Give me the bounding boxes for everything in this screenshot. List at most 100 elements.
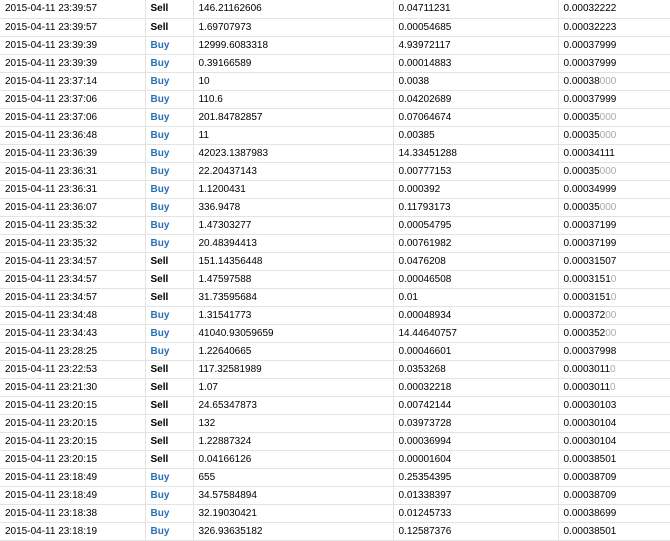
trade-total: 0.00001604 bbox=[393, 450, 559, 469]
trade-price: 0.00038501 bbox=[558, 522, 670, 541]
table-row: 2015-04-11 23:36:31 Buy 22.20437143 0.00777… bbox=[0, 162, 670, 181]
trade-amount: 1.22640665 bbox=[193, 342, 394, 361]
trade-date: 2015-04-11 23:37:06 bbox=[0, 90, 146, 109]
trade-price-value: 0.00037199 bbox=[563, 237, 617, 249]
trade-amount: 0.04166126 bbox=[193, 450, 394, 469]
trade-price: 0.00037999 bbox=[558, 90, 670, 109]
trade-price: 0.00037199 bbox=[558, 234, 670, 253]
trade-date: 2015-04-11 23:20:15 bbox=[0, 414, 146, 433]
trade-amount: 24.65347873 bbox=[193, 396, 394, 415]
trade-date: 2015-04-11 23:34:48 bbox=[0, 306, 146, 325]
table-row: 2015-04-11 23:39:39 Buy 0.39166589 0.000148… bbox=[0, 54, 670, 73]
trade-price: 0.00031510 bbox=[558, 270, 670, 289]
trade-total: 14.33451288 bbox=[393, 144, 559, 163]
trade-price-value: 0.00037999 bbox=[563, 39, 617, 51]
trade-type: Sell bbox=[145, 360, 194, 379]
trade-total: 0.11793173 bbox=[393, 198, 559, 217]
trade-price: 0.00035000 bbox=[558, 162, 670, 181]
table-row: 2015-04-11 23:28:25 Buy 1.22640665 0.000466… bbox=[0, 342, 670, 361]
table-row: 2015-04-11 23:39:39 Buy 12999.6083318 4.939… bbox=[0, 36, 670, 55]
trade-type: Buy bbox=[145, 54, 194, 73]
trade-total: 0.00046601 bbox=[393, 342, 559, 361]
trade-price: 0.00037199 bbox=[558, 216, 670, 235]
trade-price-value: 0.00037199 bbox=[563, 219, 617, 231]
trade-price: 0.00030104 bbox=[558, 414, 670, 433]
trade-type: Buy bbox=[145, 324, 194, 343]
trade-price-value: 0.00037999 bbox=[563, 93, 617, 105]
trade-total: 0.04202689 bbox=[393, 90, 559, 109]
trade-price-value: 0.00038709 bbox=[563, 489, 617, 501]
trade-date: 2015-04-11 23:18:49 bbox=[0, 468, 146, 487]
trade-amount: 22.20437143 bbox=[193, 162, 394, 181]
trade-total: 0.00054795 bbox=[393, 216, 559, 235]
trade-price: 0.00035000 bbox=[558, 126, 670, 145]
trade-date: 2015-04-11 23:34:57 bbox=[0, 288, 146, 307]
trade-total: 0.00046508 bbox=[393, 270, 559, 289]
table-row: 2015-04-11 23:37:06 Buy 110.6 0.04202689 0.0… bbox=[0, 90, 670, 109]
trade-total: 0.00014883 bbox=[393, 54, 559, 73]
trade-date: 2015-04-11 23:22:53 bbox=[0, 360, 146, 379]
trade-history-table: 2015-04-11 23:39:57 Sell 146.21162606 0.047… bbox=[0, 0, 670, 541]
trade-total: 0.00054685 bbox=[393, 18, 559, 37]
trade-date: 2015-04-11 23:20:15 bbox=[0, 432, 146, 451]
trade-price-value: 0.00032222 bbox=[563, 3, 617, 15]
trade-amount: 326.93635182 bbox=[193, 522, 394, 541]
trade-total: 0.00742144 bbox=[393, 396, 559, 415]
table-row: 2015-04-11 23:34:57 Sell 31.73595684 0.01 0.… bbox=[0, 288, 670, 307]
trade-price-value: 0.00030104 bbox=[563, 435, 617, 447]
table-row: 2015-04-11 23:34:48 Buy 1.31541773 0.000489… bbox=[0, 306, 670, 325]
trade-amount: 336.9478 bbox=[193, 198, 394, 217]
table-row: 2015-04-11 23:34:43 Buy 41040.93059659 14.4… bbox=[0, 324, 670, 343]
trade-price-value: 0.0003011 bbox=[563, 381, 611, 393]
trade-type: Buy bbox=[145, 522, 194, 541]
trade-amount: 12999.6083318 bbox=[193, 36, 394, 55]
trade-type: Buy bbox=[145, 72, 194, 91]
trade-price: 0.00034999 bbox=[558, 180, 670, 199]
trade-price-value: 0.00030104 bbox=[563, 417, 617, 429]
trade-amount: 10 bbox=[193, 72, 394, 91]
trade-total: 0.04711231 bbox=[393, 0, 559, 19]
table-row: 2015-04-11 23:36:48 Buy 11 0.00385 0.0003500… bbox=[0, 126, 670, 145]
trade-date: 2015-04-11 23:35:32 bbox=[0, 216, 146, 235]
trade-price: 0.00032222 bbox=[558, 0, 670, 19]
trade-price: 0.00038000 bbox=[558, 72, 670, 91]
trade-price-trailing-zeros: 000 bbox=[599, 129, 617, 141]
trade-type: Sell bbox=[145, 0, 194, 19]
trade-price-value: 0.00035 bbox=[563, 129, 600, 141]
trade-price-value: 0.00038501 bbox=[563, 525, 617, 537]
trade-date: 2015-04-11 23:36:31 bbox=[0, 180, 146, 199]
trade-price-value: 0.00034999 bbox=[563, 183, 617, 195]
trade-type: Buy bbox=[145, 162, 194, 181]
trade-date: 2015-04-11 23:39:57 bbox=[0, 18, 146, 37]
trade-price: 0.00038709 bbox=[558, 486, 670, 505]
trade-date: 2015-04-11 23:20:15 bbox=[0, 450, 146, 469]
trade-type: Sell bbox=[145, 432, 194, 451]
trade-price: 0.00035200 bbox=[558, 324, 670, 343]
trade-date: 2015-04-11 23:39:57 bbox=[0, 0, 146, 19]
trade-type: Buy bbox=[145, 306, 194, 325]
trade-total: 0.07064674 bbox=[393, 108, 559, 127]
trade-total: 0.00048934 bbox=[393, 306, 559, 325]
trade-history-body: 2015-04-11 23:39:57 Sell 146.21162606 0.047… bbox=[0, 0, 670, 541]
trade-type: Sell bbox=[145, 288, 194, 307]
trade-total: 0.03973728 bbox=[393, 414, 559, 433]
trade-amount: 1.47303277 bbox=[193, 216, 394, 235]
trade-price-value: 0.00032223 bbox=[563, 21, 617, 33]
trade-amount: 201.84782857 bbox=[193, 108, 394, 127]
trade-price-value: 0.000372 bbox=[563, 309, 606, 321]
trade-date: 2015-04-11 23:37:14 bbox=[0, 72, 146, 91]
trade-type: Sell bbox=[145, 378, 194, 397]
trade-price: 0.00035000 bbox=[558, 108, 670, 127]
table-row: 2015-04-11 23:20:15 Sell 24.65347873 0.0074… bbox=[0, 396, 670, 415]
trade-type: Sell bbox=[145, 414, 194, 433]
trade-total: 0.0353268 bbox=[393, 360, 559, 379]
trade-type: Buy bbox=[145, 198, 194, 217]
table-row: 2015-04-11 23:36:31 Buy 1.1200431 0.000392 0… bbox=[0, 180, 670, 199]
trade-date: 2015-04-11 23:21:30 bbox=[0, 378, 146, 397]
trade-price-trailing-zeros: 00 bbox=[605, 309, 617, 321]
trade-total: 0.01338397 bbox=[393, 486, 559, 505]
trade-date: 2015-04-11 23:36:31 bbox=[0, 162, 146, 181]
trade-price: 0.00030104 bbox=[558, 432, 670, 451]
trade-price-value: 0.00035 bbox=[563, 201, 600, 213]
trade-price-value: 0.0003011 bbox=[563, 363, 611, 375]
